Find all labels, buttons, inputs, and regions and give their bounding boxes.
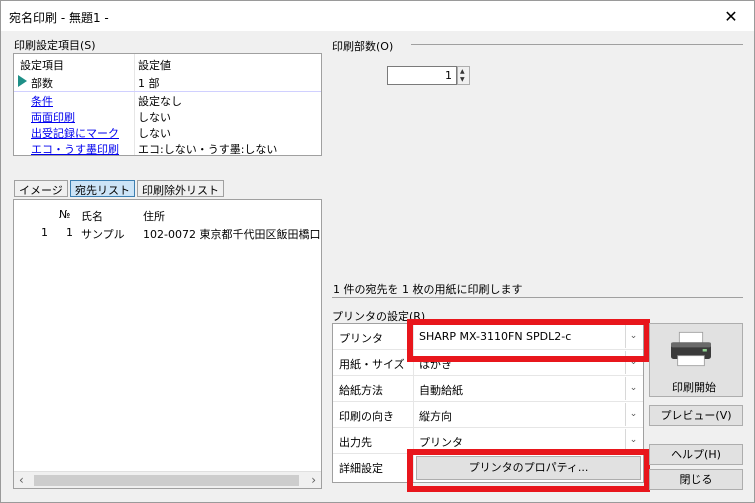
printer-row-label: プリンタ — [339, 332, 383, 345]
spin-up-icon[interactable]: ▲ — [460, 68, 465, 75]
print-dialog: 宛名印刷 - 無題1 - ✕ 印刷設定項目(S) 設定項目 設定値 部数 1 部… — [0, 0, 755, 503]
close-icon[interactable]: ✕ — [708, 1, 754, 31]
title-bar: 宛名印刷 - 無題1 - ✕ — [1, 1, 754, 31]
scroll-left-icon[interactable]: ‹ — [19, 473, 24, 487]
settings-link[interactable]: 両面印刷 — [31, 109, 75, 125]
print-start-label: 印刷開始 — [672, 381, 716, 394]
printer-row-label: 詳細設定 — [339, 462, 383, 475]
help-button[interactable]: ヘルプ(H) — [649, 444, 743, 465]
settings-table[interactable]: 設定項目 設定値 部数 1 部 条件 設定なし 両面印刷 しない 出受記録にマー… — [13, 53, 322, 156]
printer-row-label: 用紙・サイズ — [339, 358, 405, 371]
settings-section-label: 印刷設定項目(S) — [14, 39, 96, 52]
divider — [332, 297, 743, 298]
horizontal-scrollbar[interactable]: ‹ › — [14, 471, 321, 488]
tab-address-list[interactable]: 宛先リスト — [70, 180, 135, 197]
settings-row-value: しない — [138, 111, 171, 124]
feed-method-select[interactable]: 自動給紙 ⌄ — [415, 377, 641, 400]
col-header-item: 設定項目 — [20, 59, 64, 72]
tab-image[interactable]: イメージ — [14, 180, 68, 197]
settings-link[interactable]: 出受記録にマーク — [31, 125, 119, 141]
spin-down-icon[interactable]: ▼ — [460, 76, 465, 83]
orientation-select[interactable]: 縦方向 ⌄ — [415, 403, 641, 426]
settings-row-eco[interactable]: エコ・うす墨印刷 エコ:しない・うす墨:しない — [14, 140, 321, 157]
output-value: プリンタ — [419, 436, 463, 449]
list-header-num: № — [59, 208, 71, 221]
copies-value: 1 — [445, 69, 452, 82]
tab-exclude-list[interactable]: 印刷除外リスト — [137, 180, 224, 197]
settings-row-item: 部数 — [31, 77, 53, 90]
address-list[interactable]: № 氏名 住所 1 1 サンプル 102-0072 東京都千代田区飯田橋口 ‹ … — [13, 199, 322, 489]
list-header-address: 住所 — [143, 210, 165, 223]
settings-row-condition[interactable]: 条件 設定なし — [14, 92, 321, 109]
highlight-box — [407, 319, 650, 362]
row-address: 102-0072 東京都千代田区飯田橋口 — [143, 228, 321, 241]
orientation-row: 印刷の向き 縦方向 ⌄ — [333, 402, 643, 428]
settings-row-value: エコ:しない・うす墨:しない — [138, 143, 278, 156]
copies-label: 印刷部数(O) — [332, 40, 394, 53]
settings-row-value: 1 部 — [138, 77, 160, 90]
settings-row-mark[interactable]: 出受記録にマーク しない — [14, 124, 321, 141]
settings-row-duplex[interactable]: 両面印刷 しない — [14, 108, 321, 125]
list-item[interactable]: 1 1 サンプル 102-0072 東京都千代田区飯田橋口 — [14, 225, 321, 241]
settings-link[interactable]: エコ・うす墨印刷 — [31, 141, 119, 157]
scroll-right-icon[interactable]: › — [311, 473, 316, 487]
settings-row-value: 設定なし — [138, 95, 182, 108]
settings-row-copies[interactable]: 部数 1 部 — [14, 74, 321, 90]
window-title: 宛名印刷 - 無題1 - — [9, 11, 109, 25]
row-index: 1 — [41, 226, 48, 239]
print-start-button[interactable]: 印刷開始 — [649, 323, 743, 397]
orientation-value: 縦方向 — [419, 410, 452, 423]
row-pointer-icon — [18, 75, 27, 87]
chevron-down-icon[interactable]: ⌄ — [625, 403, 641, 426]
row-name: サンプル — [81, 228, 125, 241]
divider — [411, 44, 743, 45]
feed-method-row: 給紙方法 自動給紙 ⌄ — [333, 376, 643, 402]
row-num: 1 — [66, 226, 73, 239]
preview-button[interactable]: プレビュー(V) — [649, 405, 743, 426]
printer-row-label: 給紙方法 — [339, 384, 383, 397]
list-header-name: 氏名 — [81, 210, 103, 223]
scroll-thumb[interactable] — [34, 475, 299, 486]
feed-method-value: 自動給紙 — [419, 384, 463, 397]
printer-icon — [671, 331, 711, 367]
status-message: 1 件の宛先を 1 枚の用紙に印刷します — [333, 283, 523, 296]
close-button[interactable]: 閉じる — [649, 469, 743, 490]
settings-link[interactable]: 条件 — [31, 93, 53, 109]
copies-stepper[interactable]: ▲ ▼ — [457, 66, 470, 85]
col-header-value: 設定値 — [138, 59, 171, 72]
printer-row-label: 印刷の向き — [339, 410, 394, 423]
settings-row-value: しない — [138, 127, 171, 140]
chevron-down-icon[interactable]: ⌄ — [625, 377, 641, 400]
copies-input[interactable]: 1 — [387, 66, 457, 85]
printer-row-label: 出力先 — [339, 436, 372, 449]
highlight-box — [407, 449, 650, 492]
